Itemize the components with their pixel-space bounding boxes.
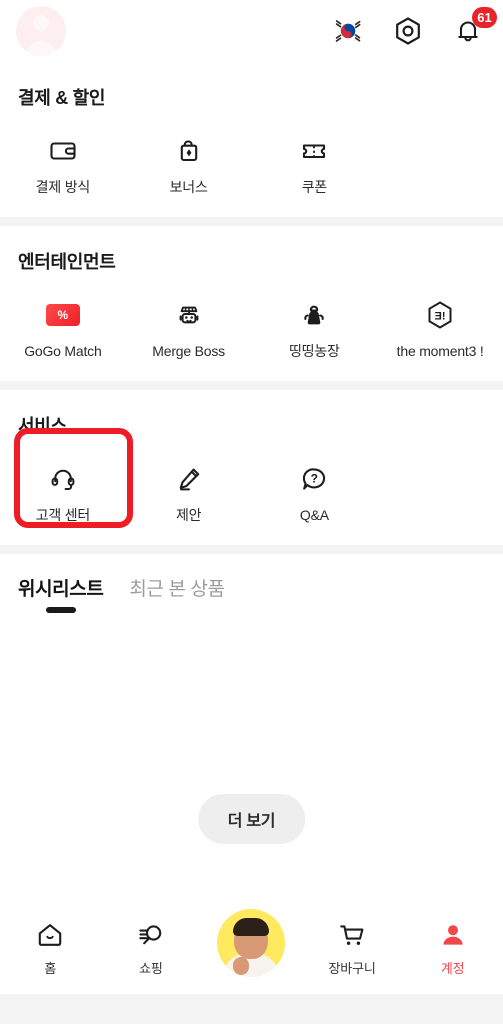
section-title-entertainment: 엔터테인먼트: [18, 251, 116, 272]
grid-item-bonus[interactable]: 보너스: [126, 120, 252, 203]
app-header: 61: [0, 0, 503, 62]
nav-label: 계정: [440, 961, 465, 976]
korea-flag-icon[interactable]: [331, 14, 365, 48]
grid-item-suggestion[interactable]: 제안: [126, 448, 252, 531]
cart-icon: [336, 919, 368, 951]
section-divider: [0, 216, 503, 226]
hexagon-3-icon: Ǝ!: [423, 298, 457, 332]
wallet-icon: [46, 134, 80, 168]
tab-wishlist[interactable]: 위시리스트: [18, 574, 104, 615]
section-service: 서비스 고객 센터 제안 ? Q&A: [0, 389, 503, 545]
svg-text:Ǝ!: Ǝ!: [435, 310, 446, 322]
grid-label: 고객 센터: [35, 506, 91, 523]
grid-item-gogo-match[interactable]: % GoGo Match: [0, 284, 126, 367]
user-photo-avatar: [217, 909, 286, 977]
grid-item-empty: [377, 448, 503, 531]
nav-item-cart[interactable]: 장바구니: [302, 919, 403, 977]
bottom-navigation: 홈 쇼핑 장바구니 계정: [0, 906, 503, 994]
section-title-payment: 결제 & 할인: [18, 88, 106, 108]
grid-item-qa[interactable]: ? Q&A: [252, 448, 378, 531]
nav-label: 홈: [44, 961, 57, 976]
section-payment-discount: 결제 & 할인 결제 방식 보너스 쿠폰: [0, 62, 503, 217]
wishlist-tabs-container: 위시리스트 최근 본 상품: [0, 553, 503, 615]
home-indicator-bar: [0, 994, 503, 1024]
nav-item-center-avatar[interactable]: [201, 909, 302, 977]
grid-service: 고객 센터 제안 ? Q&A: [0, 442, 503, 531]
robot-icon: [172, 298, 206, 332]
nav-label: 쇼핑: [139, 961, 163, 976]
nav-item-home[interactable]: 홈: [0, 919, 101, 977]
grid-item-customer-center[interactable]: 고객 센터: [0, 448, 126, 531]
section-title-service: 서비스: [18, 415, 67, 436]
profile-avatar[interactable]: [16, 6, 66, 56]
grid-item-payment-method[interactable]: 결제 방식: [0, 120, 126, 203]
grid-entertainment: % GoGo Match Merge Boss 띵띵농장 Ǝ! the mome…: [0, 278, 503, 367]
app-screen: 61 결제 & 할인 결제 방식 보너스 쿠폰 엔터테인먼트 % GoGo Ma…: [0, 0, 503, 1024]
grid-item-empty: [377, 120, 503, 203]
gear-icon[interactable]: [391, 14, 425, 48]
grid-label: 띵띵농장: [289, 342, 340, 359]
section-divider: [0, 544, 503, 554]
section-entertainment: 엔터테인먼트 % GoGo Match Merge Boss 띵띵농장 Ǝ! t…: [0, 225, 503, 381]
grid-label: GoGo Match: [24, 342, 102, 359]
grid-label: 제안: [175, 506, 202, 523]
ticket-icon: [297, 134, 331, 168]
tab-label: 위시리스트: [18, 578, 104, 600]
farm-animal-icon: [297, 298, 331, 332]
grid-item-the-moment3[interactable]: Ǝ! the moment3 !: [377, 284, 503, 367]
home-icon: [34, 919, 66, 951]
bell-icon[interactable]: 61: [451, 7, 497, 48]
question-bubble-icon: ?: [297, 462, 331, 496]
grid-payment: 결제 방식 보너스 쿠폰: [0, 114, 503, 203]
tab-bar: 위시리스트 최근 본 상품: [0, 554, 503, 615]
grid-item-merge-boss[interactable]: Merge Boss: [126, 284, 252, 367]
nav-item-account[interactable]: 계정: [402, 919, 503, 977]
pencil-icon: [172, 462, 206, 496]
grid-label: the moment3 !: [396, 342, 484, 359]
see-more-button[interactable]: 더 보기: [197, 793, 306, 844]
tab-recently-viewed[interactable]: 최근 본 상품: [129, 574, 225, 615]
notification-badge: 61: [472, 7, 497, 28]
section-divider: [0, 380, 503, 390]
headset-icon: [46, 462, 80, 496]
grid-label: 쿠폰: [301, 179, 328, 195]
tab-label: 최근 본 상품: [129, 578, 225, 600]
grid-label: Q&A: [299, 506, 329, 523]
person-icon: [437, 919, 469, 951]
search-shop-icon: [135, 919, 167, 951]
grid-item-coupon[interactable]: 쿠폰: [252, 120, 378, 203]
nav-label: 장바구니: [328, 961, 376, 976]
nav-item-shopping[interactable]: 쇼핑: [101, 919, 202, 977]
gift-bag-icon: [172, 134, 206, 168]
header-icon-group: 61: [331, 7, 497, 48]
percent-card-icon: %: [45, 298, 80, 332]
grid-label: Merge Boss: [152, 342, 225, 359]
wishlist-content-area: 더 보기: [0, 614, 503, 906]
svg-text:?: ?: [311, 471, 318, 485]
grid-item-farm[interactable]: 띵띵농장: [252, 284, 378, 367]
grid-label: 보너스: [169, 179, 208, 195]
grid-label: 결제 방식: [35, 179, 91, 195]
